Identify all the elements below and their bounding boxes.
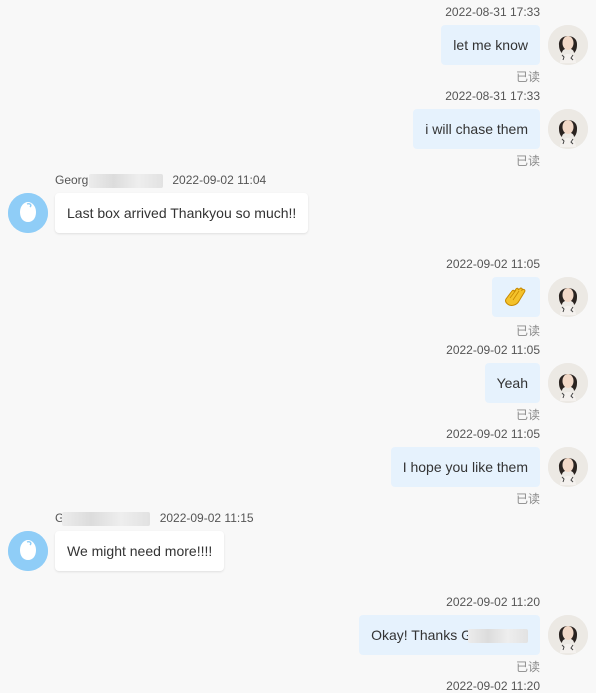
outgoing-message-bubble[interactable]: Yeah (484, 363, 540, 403)
message-timestamp: 2022-09-02 11:15 (159, 511, 254, 525)
read-status: 已读 (515, 324, 540, 338)
sender-info: Georgi 2022-09-02 11:04 (55, 173, 266, 188)
user-avatar[interactable] (548, 277, 588, 317)
outgoing-message-bubble[interactable]: i will chase them (413, 109, 540, 149)
read-status: 已读 (515, 154, 540, 168)
message-timestamp: 2022-09-02 11:05 (446, 427, 540, 441)
message-timestamp: 2022-09-02 11:20 (446, 679, 540, 693)
chat-message-list[interactable]: 2022-08-31 17:33 let me know 已读 2022-08-… (0, 0, 596, 693)
user-avatar[interactable] (548, 109, 588, 149)
redacted-name-blur (89, 173, 164, 188)
read-status: 已读 (515, 70, 540, 84)
sender-info: G 2022-09-02 11:15 (55, 511, 254, 526)
read-status: 已读 (515, 660, 540, 674)
user-avatar[interactable] (548, 447, 588, 487)
user-avatar[interactable] (548, 25, 588, 65)
message-timestamp: 2022-09-02 11:05 (446, 257, 540, 271)
user-avatar[interactable] (548, 615, 588, 655)
redacted-name-blur (468, 629, 528, 644)
incoming-message-bubble[interactable]: Last box arrived Thankyou so much!! (55, 193, 309, 233)
message-text: Okay! Thanks G (371, 627, 472, 643)
message-timestamp: 2022-09-02 11:05 (446, 343, 540, 357)
message-timestamp: 2022-08-31 17:33 (445, 89, 540, 103)
clapping-hands-emoji (505, 287, 526, 306)
outgoing-message-bubble[interactable]: I hope you like them (390, 447, 540, 487)
contact-avatar[interactable] (8, 531, 48, 571)
outgoing-message-bubble[interactable]: let me know (441, 25, 540, 65)
incoming-message-bubble[interactable]: We might need more!!!! (55, 531, 225, 571)
message-timestamp: 2022-08-31 17:33 (445, 5, 540, 19)
read-status: 已读 (515, 408, 540, 422)
outgoing-message-bubble[interactable] (492, 277, 540, 317)
outgoing-message-bubble[interactable]: Okay! Thanks G (359, 615, 540, 655)
user-avatar[interactable] (548, 363, 588, 403)
read-status: 已读 (515, 492, 540, 506)
sender-name: Georgi (55, 173, 92, 187)
redacted-name-blur (62, 511, 151, 526)
message-timestamp: 2022-09-02 11:20 (446, 595, 540, 609)
contact-avatar[interactable] (8, 193, 48, 233)
message-timestamp: 2022-09-02 11:04 (172, 173, 267, 187)
